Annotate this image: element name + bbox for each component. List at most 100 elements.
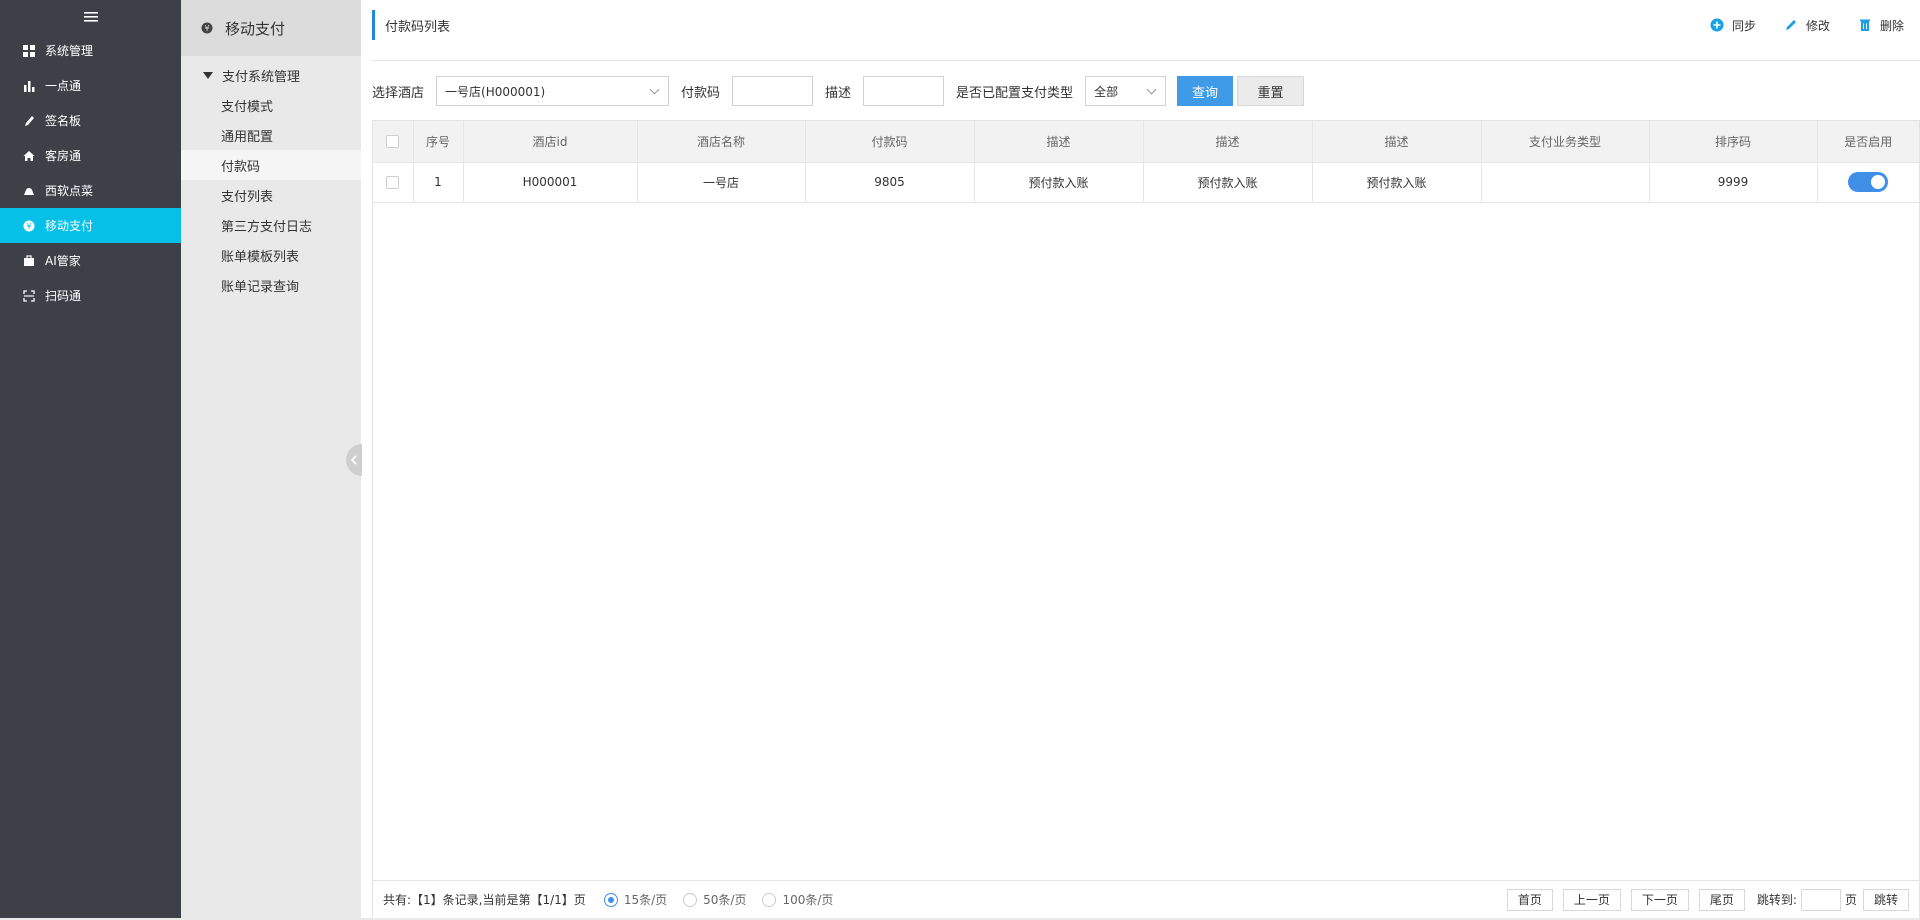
nav-item-yidiantong[interactable]: 一点通 [0,68,181,103]
subnav-group-payment-system[interactable]: 支付系统管理 [181,60,361,90]
scan-icon [23,289,35,302]
plus-circle-icon [1710,18,1724,32]
delete-button[interactable]: 删除 [1858,17,1904,34]
col-header: 序号 [413,121,464,163]
edit-button[interactable]: 修改 [1784,17,1830,34]
home-icon [23,150,35,162]
subnav-item-payment-code[interactable]: 付款码 [181,150,361,180]
pagination: 共有:【1】条记录,当前是第【1/1】页 15条/页 50条/页 100条/页 … [373,880,1919,918]
subnav-group-label: 支付系统管理 [222,69,301,85]
prev-page-button[interactable]: 上一页 [1562,888,1621,911]
page-size-radio-100[interactable] [762,892,777,907]
col-header: 描述 [1143,121,1313,163]
nav-item-label: 西软点菜 [45,184,94,198]
pen-icon [23,115,35,127]
row-select-cell[interactable] [373,162,414,203]
chevron-down-icon [649,84,660,94]
subnav-item-payment-list[interactable]: 支付列表 [181,180,361,210]
table-row[interactable]: 1 H000001 一号店 9805 预付款入账 预付款入账 预付款入账 999… [373,162,1919,203]
nav-item-scan[interactable]: 扫码通 [0,278,181,313]
cell-biz-type [1481,162,1650,203]
payment-code-table: 序号 酒店id 酒店名称 付款码 描述 描述 描述 支付业务类型 排序码 是否启… [372,120,1920,919]
page-unit: 页 [1844,893,1857,907]
page-title-bar: 付款码列表 同步 修改 删除 [372,10,1912,40]
subnav-title: 移动支付 [225,19,286,38]
reset-button[interactable]: 重置 [1237,76,1305,106]
jump-page-input[interactable] [1800,888,1841,911]
bar-chart-icon [23,80,35,92]
grid-icon [23,44,35,57]
cell-hotel-name: 一号店 [637,162,806,203]
svg-text:¥: ¥ [26,222,31,231]
nav-item-label: 一点通 [45,79,82,93]
nav-item-ordering[interactable]: 西软点菜 [0,173,181,208]
briefcase-icon [23,254,35,267]
record-summary: 共有:【1】条记录,当前是第【1/1】页 [383,893,586,907]
next-page-button[interactable]: 下一页 [1630,888,1689,911]
config-type-value: 全部 [1094,84,1119,99]
row-checkbox[interactable] [386,176,400,189]
nav-item-system[interactable]: 系统管理 [0,33,181,68]
query-button[interactable]: 查询 [1177,76,1234,106]
nav-item-label: 系统管理 [45,44,94,58]
subnav-item-third-party-log[interactable]: 第三方支付日志 [181,210,361,240]
col-header: 酒店id [463,121,638,163]
hotel-select-value: 一号店(H000001) [445,84,546,99]
page-size-radio-50[interactable] [683,892,698,907]
select-all-cell[interactable] [373,121,414,163]
cell-desc: 预付款入账 [1312,162,1482,203]
subnav-item-payment-mode[interactable]: 支付模式 [181,90,361,120]
page-size-label: 15条/页 [623,893,668,907]
cell-code: 9805 [805,162,975,203]
pencil-icon [1785,20,1796,30]
hotel-label: 选择酒店 [372,85,425,101]
subnav-item-general-config[interactable]: 通用配置 [181,120,361,150]
cell-index: 1 [413,162,464,203]
code-input[interactable] [732,76,814,106]
subnav-header: ¥ 移动支付 [181,0,361,56]
subnav-item-bill-record[interactable]: 账单记录查询 [181,270,361,300]
menu-toggle-icon[interactable] [0,0,181,33]
page-title: 付款码列表 [385,19,451,35]
chevron-down-icon [1146,84,1157,94]
config-type-select[interactable]: 全部 [1085,76,1167,106]
jump-button[interactable]: 跳转 [1862,888,1909,911]
nav-item-ai-butler[interactable]: AI管家 [0,243,181,278]
nav-item-room[interactable]: 客房通 [0,138,181,173]
nav-item-label: 扫码通 [45,289,82,303]
nav-item-mobile-payment[interactable]: ¥ 移动支付 [0,208,181,243]
main-content: 付款码列表 同步 修改 删除 选择酒店 一号店(H000001) 付款码 描述 [362,0,1920,920]
sync-button[interactable]: 同步 [1710,17,1756,34]
enabled-toggle[interactable] [1848,172,1889,192]
delete-label: 删除 [1879,18,1904,33]
cell-desc: 预付款入账 [974,162,1144,203]
first-page-button[interactable]: 首页 [1506,888,1553,911]
col-header: 是否启用 [1817,121,1919,163]
cell-desc: 预付款入账 [1143,162,1313,203]
trash-icon [1859,19,1870,31]
col-header: 酒店名称 [637,121,806,163]
header-divider [372,60,1920,61]
sync-label: 同步 [1731,18,1756,33]
desc-input[interactable] [863,76,945,106]
last-page-button[interactable]: 尾页 [1698,888,1745,911]
chevron-left-icon [350,455,357,465]
svg-text:¥: ¥ [204,24,209,33]
col-header: 描述 [1312,121,1482,163]
subnav-item-bill-template[interactable]: 账单模板列表 [181,240,361,270]
jump-label: 跳转到: [1756,893,1797,907]
hotel-select[interactable]: 一号店(H000001) [436,76,670,106]
page-size-label: 100条/页 [782,893,834,907]
nav-item-label: 签名板 [45,114,82,128]
cell-enabled [1817,162,1919,203]
code-label: 付款码 [681,85,721,101]
desc-label: 描述 [825,85,852,101]
payment-icon: ¥ [23,220,35,232]
select-all-checkbox[interactable] [386,135,400,149]
col-header: 付款码 [805,121,975,163]
col-header: 描述 [974,121,1144,163]
page-size-radio-15[interactable] [603,892,618,907]
table-header-row: 序号 酒店id 酒店名称 付款码 描述 描述 描述 支付业务类型 排序码 是否启… [373,121,1919,163]
main-nav: 系统管理 一点通 签名板 客房通 西软点菜 ¥ 移动支付 AI管家 扫码通 [0,0,181,920]
nav-item-signature[interactable]: 签名板 [0,103,181,138]
